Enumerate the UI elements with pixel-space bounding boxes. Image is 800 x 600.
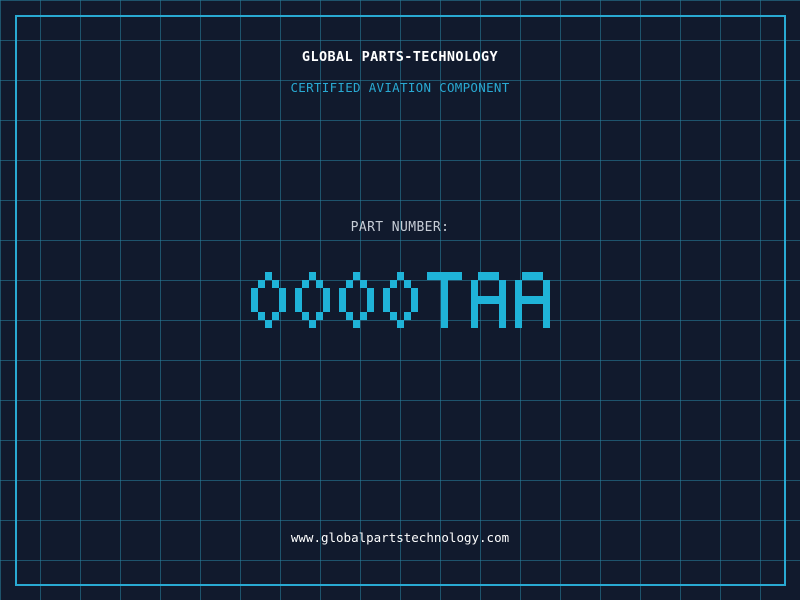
part-number-glyph bbox=[294, 272, 330, 328]
part-number-glyph bbox=[470, 272, 506, 328]
company-name: GLOBAL PARTS-TECHNOLOGY bbox=[301, 49, 499, 65]
part-number-glyph bbox=[338, 272, 374, 328]
part-number-pixel-text bbox=[250, 272, 550, 328]
certification-tagline: CERTIFIED AVIATION COMPONENT bbox=[290, 80, 510, 95]
part-number-glyph bbox=[250, 272, 286, 328]
part-number-glyph bbox=[514, 272, 550, 328]
part-number-label: PART NUMBER: bbox=[350, 220, 450, 235]
part-number-display bbox=[0, 270, 800, 330]
website-url: www.globalpartstechnology.com bbox=[290, 530, 510, 545]
part-number-glyph bbox=[382, 272, 418, 328]
part-number-glyph bbox=[426, 272, 462, 328]
